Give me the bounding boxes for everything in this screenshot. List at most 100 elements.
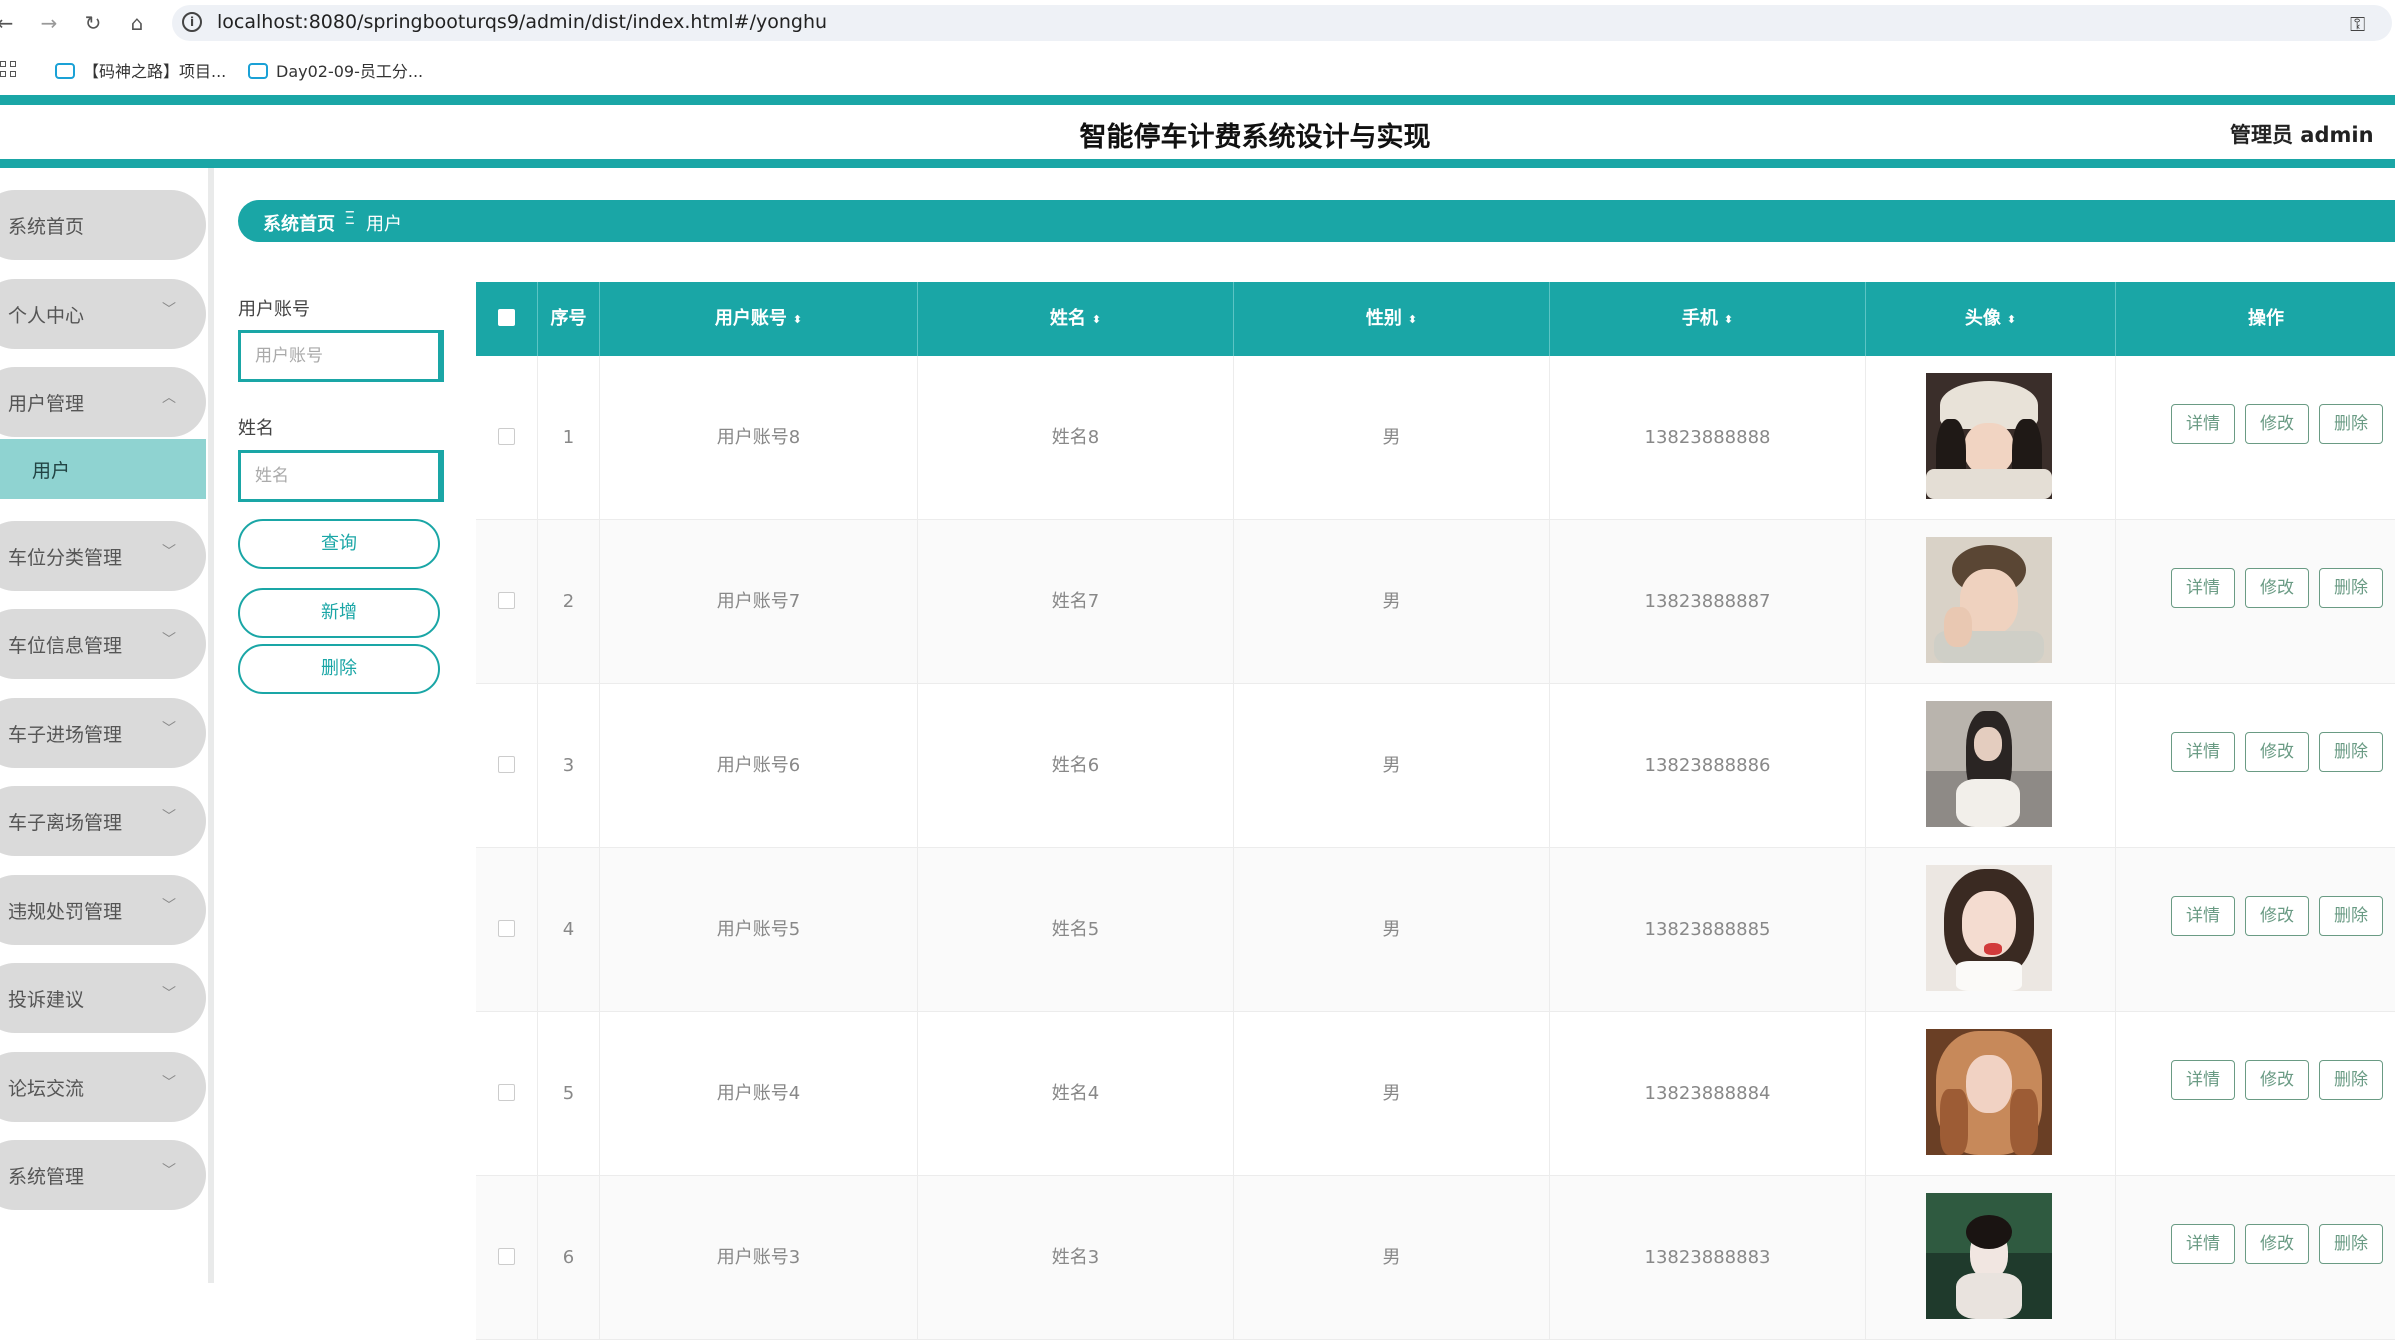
name-search-input[interactable] xyxy=(238,450,444,502)
delete-button[interactable]: 删除 xyxy=(2319,568,2383,608)
sort-icon[interactable]: ⬍ xyxy=(2007,313,2016,326)
sort-icon[interactable]: ⬍ xyxy=(1724,313,1733,326)
breadcrumb: 系统首页 Ξ 用户 xyxy=(238,200,2395,242)
detail-button[interactable]: 详情 xyxy=(2171,404,2235,444)
select-all-checkbox[interactable] xyxy=(498,309,515,326)
edit-button[interactable]: 修改 xyxy=(2245,896,2309,936)
breadcrumb-home[interactable]: 系统首页 xyxy=(263,210,335,236)
row-select-cell[interactable] xyxy=(476,684,538,848)
edit-button[interactable]: 修改 xyxy=(2245,568,2309,608)
edit-button[interactable]: 修改 xyxy=(2245,1060,2309,1100)
phone-cell: 13823888883 xyxy=(1550,1176,1866,1340)
row-checkbox[interactable] xyxy=(498,756,515,773)
sidebar-item-home[interactable]: 系统首页 xyxy=(0,190,206,260)
avatar-shape xyxy=(1974,727,2002,761)
delete-button[interactable]: 删除 xyxy=(2319,896,2383,936)
sidebar-item-user-management[interactable]: 用户管理 ︿ xyxy=(0,367,206,437)
sort-icon[interactable]: ⬍ xyxy=(1092,313,1101,326)
forward-icon[interactable]: → xyxy=(36,10,62,36)
gender-cell: 男 xyxy=(1234,684,1550,848)
row-select-cell[interactable] xyxy=(476,848,538,1012)
delete-button[interactable]: 删除 xyxy=(2319,732,2383,772)
row-select-cell[interactable] xyxy=(476,1012,538,1176)
name-cell: 姓名5 xyxy=(918,848,1234,1012)
avatar[interactable] xyxy=(1926,1193,2052,1319)
sidebar-item-space-info[interactable]: 车位信息管理 ﹀ xyxy=(0,609,206,679)
select-all-cell[interactable] xyxy=(476,282,538,356)
back-icon[interactable]: ← xyxy=(0,10,18,36)
column-header-gender[interactable]: 性别 ⬍ xyxy=(1234,282,1550,356)
column-label: 用户账号 xyxy=(714,308,787,329)
column-header-index: 序号 xyxy=(538,282,600,356)
admin-label[interactable]: 管理员 admin xyxy=(2230,119,2374,149)
site-info-icon[interactable]: i xyxy=(182,12,202,32)
row-checkbox[interactable] xyxy=(498,428,515,445)
avatar-shape xyxy=(2010,1089,2038,1155)
table-row: 3 用户账号6 姓名6 男 13823888886 详情 修改 删除 xyxy=(476,684,2395,848)
column-label: 性别 xyxy=(1365,308,1402,329)
bilibili-icon xyxy=(55,63,75,79)
edit-button[interactable]: 修改 xyxy=(2245,732,2309,772)
column-header-account[interactable]: 用户账号 ⬍ xyxy=(600,282,918,356)
delete-button[interactable]: 删除 xyxy=(2319,1224,2383,1264)
row-select-cell[interactable] xyxy=(476,356,538,520)
delete-button[interactable]: 删除 xyxy=(2319,1060,2383,1100)
bookmark-item[interactable]: Day02-09-员工分... xyxy=(248,58,423,82)
detail-button[interactable]: 详情 xyxy=(2171,568,2235,608)
row-checkbox[interactable] xyxy=(498,1084,515,1101)
sort-icon[interactable]: ⬍ xyxy=(1408,313,1417,326)
sidebar-subitem-user[interactable]: 用户 xyxy=(0,439,206,499)
avatar-cell xyxy=(1866,520,2116,684)
chevron-down-icon: ﹀ xyxy=(162,809,176,825)
index-cell: 3 xyxy=(538,684,600,848)
avatar[interactable] xyxy=(1926,537,2052,663)
avatar[interactable] xyxy=(1926,701,2052,827)
column-header-phone[interactable]: 手机 ⬍ xyxy=(1550,282,1866,356)
avatar-shape xyxy=(1956,779,2020,827)
row-checkbox[interactable] xyxy=(498,920,515,937)
account-cell: 用户账号4 xyxy=(600,1012,918,1176)
sidebar-item-violation[interactable]: 违规处罚管理 ﹀ xyxy=(0,875,206,945)
edit-button[interactable]: 修改 xyxy=(2245,404,2309,444)
home-icon[interactable]: ⌂ xyxy=(124,10,150,36)
column-label: 序号 xyxy=(550,308,587,329)
row-checkbox[interactable] xyxy=(498,1248,515,1265)
apps-grid-icon[interactable] xyxy=(0,61,18,79)
detail-button[interactable]: 详情 xyxy=(2171,896,2235,936)
actions-cell: 详情 修改 删除 xyxy=(2116,684,2395,848)
detail-button[interactable]: 详情 xyxy=(2171,1224,2235,1264)
batch-delete-button[interactable]: 删除 xyxy=(238,644,440,694)
detail-button[interactable]: 详情 xyxy=(2171,732,2235,772)
avatar[interactable] xyxy=(1926,373,2052,499)
chevron-down-icon: ﹀ xyxy=(162,302,176,318)
add-button[interactable]: 新增 xyxy=(238,588,440,638)
delete-button[interactable]: 删除 xyxy=(2319,404,2383,444)
avatar[interactable] xyxy=(1926,865,2052,991)
avatar-shape xyxy=(1966,1215,2012,1249)
sidebar-item-complaint[interactable]: 投诉建议 ﹀ xyxy=(0,963,206,1033)
avatar[interactable] xyxy=(1926,1029,2052,1155)
sort-icon[interactable]: ⬍ xyxy=(793,313,802,326)
edit-button[interactable]: 修改 xyxy=(2245,1224,2309,1264)
index-cell: 1 xyxy=(538,356,600,520)
sidebar-item-car-exit[interactable]: 车子离场管理 ﹀ xyxy=(0,786,206,856)
bookmark-item[interactable]: 【码神之路】项目... xyxy=(55,58,226,82)
account-search-input[interactable] xyxy=(238,330,444,382)
sidebar-item-car-entry[interactable]: 车子进场管理 ﹀ xyxy=(0,698,206,768)
column-header-avatar[interactable]: 头像 ⬍ xyxy=(1866,282,2116,356)
row-select-cell[interactable] xyxy=(476,1176,538,1340)
column-header-name[interactable]: 姓名 ⬍ xyxy=(918,282,1234,356)
row-select-cell[interactable] xyxy=(476,520,538,684)
actions-cell: 详情 修改 删除 xyxy=(2116,356,2395,520)
reload-icon[interactable]: ↻ xyxy=(80,10,106,36)
url-text[interactable]: localhost:8080/springbooturqs9/admin/dis… xyxy=(217,11,827,33)
password-key-icon[interactable]: ⚿ xyxy=(2350,12,2365,36)
sidebar-item-forum[interactable]: 论坛交流 ﹀ xyxy=(0,1052,206,1122)
row-checkbox[interactable] xyxy=(498,592,515,609)
sidebar-item-profile[interactable]: 个人中心 ﹀ xyxy=(0,279,206,349)
actions-cell: 详情 修改 删除 xyxy=(2116,848,2395,1012)
sidebar-item-space-category[interactable]: 车位分类管理 ﹀ xyxy=(0,521,206,591)
detail-button[interactable]: 详情 xyxy=(2171,1060,2235,1100)
sidebar-item-system[interactable]: 系统管理 ﹀ xyxy=(0,1140,206,1210)
query-button[interactable]: 查询 xyxy=(238,519,440,569)
